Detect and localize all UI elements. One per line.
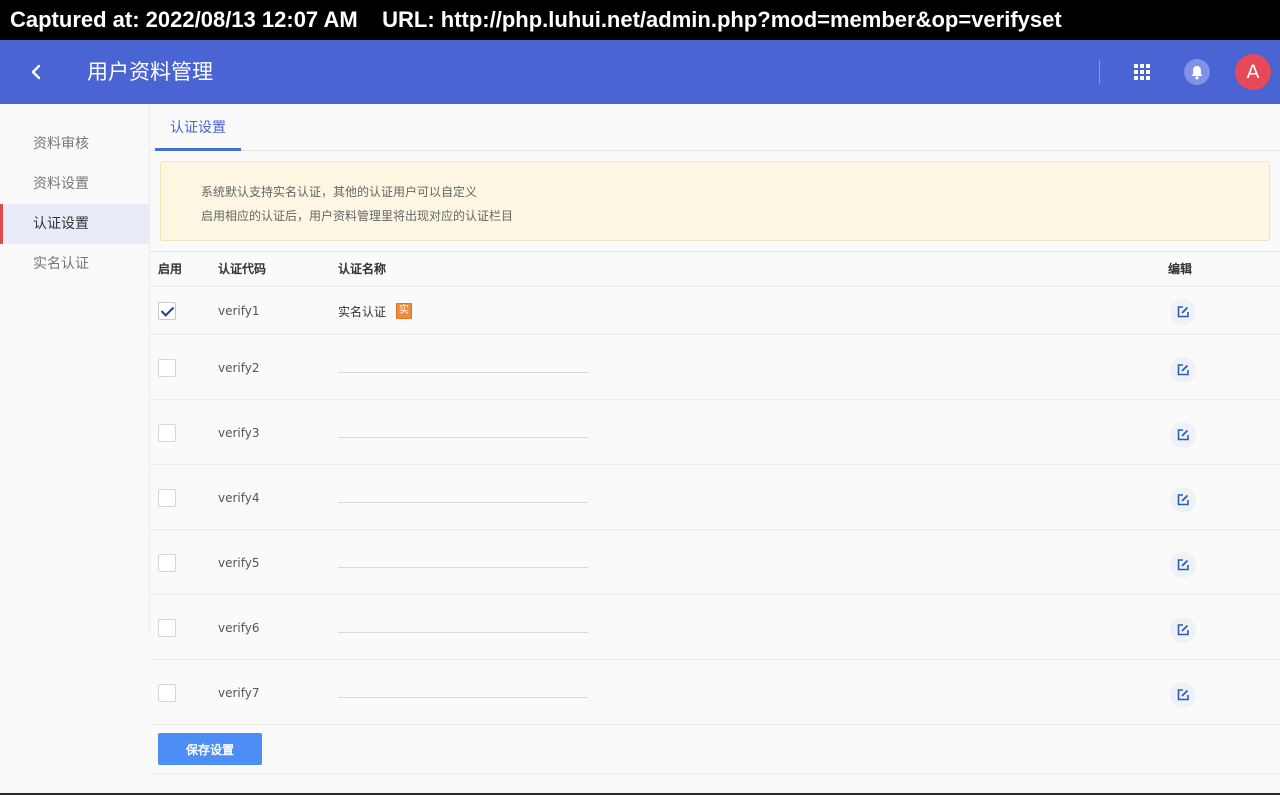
edit-icon [1177,429,1189,441]
verify-code: verify7 [218,686,260,700]
page-title: 用户资料管理 [87,60,213,84]
topbar-divider [1099,60,1100,84]
bell-icon [1191,66,1203,80]
table-row: verify6 [150,595,1280,660]
top-app-bar: 用户资料管理 A [0,40,1280,104]
verify-name-input[interactable] [338,546,588,568]
notice-line-1: 系统默认支持实名认证，其他的认证用户可以自定义 [201,185,478,199]
notice-line-2: 启用相应的认证后，用户资料管理里将出现对应的认证栏目 [201,209,514,223]
save-button[interactable]: 保存设置 [158,733,262,765]
edit-icon [1177,559,1189,571]
sidebar-item-verify-settings[interactable]: 认证设置 [0,204,149,244]
edit-icon [1177,306,1189,318]
edit-button[interactable] [1170,357,1196,383]
sidebar-item-realname-verify[interactable]: 实名认证 [0,244,149,284]
edit-icon [1177,364,1189,376]
header-code: 认证代码 [218,262,267,276]
verify-code: verify1 [218,304,260,318]
enable-checkbox[interactable] [158,684,176,702]
header-edit: 编辑 [1168,262,1193,276]
enable-checkbox[interactable] [158,302,176,320]
verify-name-input[interactable] [338,481,588,503]
notifications-button[interactable] [1184,59,1210,85]
table-row: verify4 [150,465,1280,530]
edit-button[interactable] [1170,552,1196,578]
table-row: verify1 实名认证 实 [150,287,1280,335]
footer-divider [150,773,1280,774]
grid-icon [1134,64,1150,80]
verify-name-input[interactable] [338,676,588,698]
table-row: verify5 [150,530,1280,595]
edit-icon [1177,689,1189,701]
header-enabled: 启用 [158,262,183,276]
sidebar-item-profile-settings[interactable]: 资料设置 [0,164,149,204]
capture-info-bar: Captured at: 2022/08/13 12:07 AM URL: ht… [0,0,1280,40]
table-header: 启用 认证代码 认证名称 编辑 [150,252,1280,287]
apps-button[interactable] [1130,60,1154,84]
table-row: verify3 [150,400,1280,465]
header-name: 认证名称 [338,262,387,276]
enable-checkbox[interactable] [158,489,176,507]
sidebar: 资料审核 资料设置 认证设置 实名认证 [0,104,150,632]
table-row: verify2 [150,335,1280,400]
edit-icon [1177,624,1189,636]
verify-code: verify5 [218,556,260,570]
verify-name-input[interactable] [338,611,588,633]
enable-checkbox[interactable] [158,554,176,572]
edit-button[interactable] [1170,617,1196,643]
verify-name: 实名认证 [338,305,387,319]
verify-code: verify4 [218,491,260,505]
avatar[interactable]: A [1235,54,1271,90]
tab-verify-settings[interactable]: 认证设置 [155,104,241,151]
edit-button[interactable] [1170,299,1196,325]
verify-code: verify3 [218,426,260,440]
info-notice: 系统默认支持实名认证，其他的认证用户可以自定义 启用相应的认证后，用户资料管理里… [160,161,1270,241]
chevron-left-icon [31,64,41,80]
edit-button[interactable] [1170,682,1196,708]
table-row: verify7 [150,660,1280,725]
verify-name-input[interactable] [338,416,588,438]
tab-bar: 认证设置 [150,104,1280,151]
realname-badge-icon: 实 [396,303,412,319]
edit-icon [1177,494,1189,506]
enable-checkbox[interactable] [158,619,176,637]
enable-checkbox[interactable] [158,424,176,442]
verify-code: verify2 [218,361,260,375]
edit-button[interactable] [1170,422,1196,448]
sidebar-item-profile-review[interactable]: 资料审核 [0,124,149,164]
edit-button[interactable] [1170,487,1196,513]
enable-checkbox[interactable] [158,359,176,377]
back-button[interactable] [22,58,50,86]
verify-table: 启用 认证代码 认证名称 编辑 verify1 实名认证 实 verify2 v… [150,251,1280,725]
verify-code: verify6 [218,621,260,635]
verify-name-input[interactable] [338,351,588,373]
